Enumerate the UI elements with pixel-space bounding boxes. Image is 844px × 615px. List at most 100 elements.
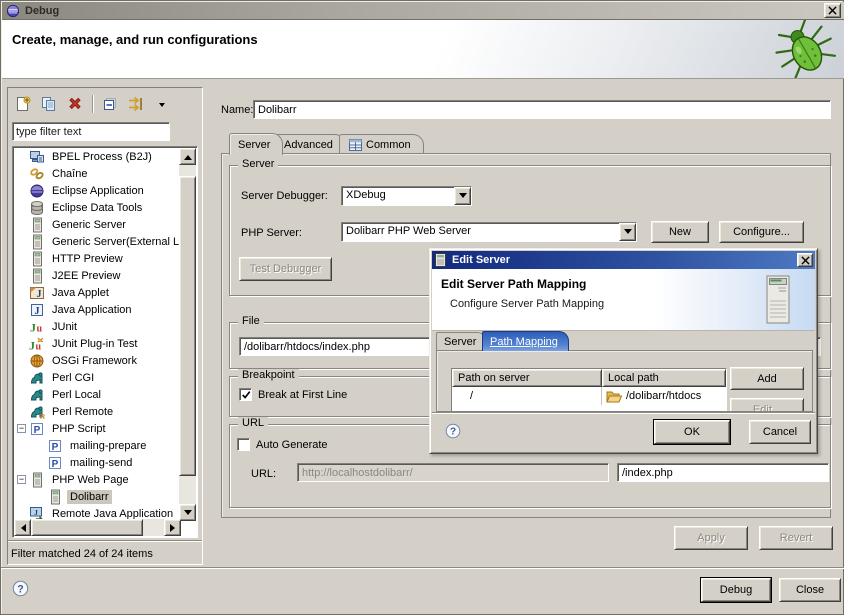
tree-item-osgi-framework[interactable]: OSGi Framework [14, 352, 181, 369]
apply-button[interactable]: Apply [674, 526, 748, 550]
window-close-button[interactable] [824, 3, 841, 18]
database-icon [29, 200, 45, 216]
tree-item-generic-server-external-la[interactable]: Generic Server(External La [14, 233, 181, 250]
duplicate-icon [41, 96, 57, 112]
add-mapping-button[interactable]: Add [730, 367, 804, 390]
tree-expander-icon[interactable]: − [17, 424, 26, 433]
tab-advanced[interactable]: Advanced [275, 134, 346, 154]
tree-item-eclipse-data-tools[interactable]: Eclipse Data Tools [14, 199, 181, 216]
new-server-button[interactable]: New [651, 221, 709, 243]
horizontal-scroll-thumb[interactable] [31, 519, 143, 536]
collapse-all-button[interactable] [99, 93, 121, 115]
ok-button[interactable]: OK [654, 420, 730, 444]
dialog-button-bar: ? OK Cancel [432, 412, 815, 451]
debug-button[interactable]: Debug [701, 578, 771, 602]
tree-item-http-preview[interactable]: HTTP Preview [14, 250, 181, 267]
dialog-title: Edit Server [452, 254, 510, 266]
server-debugger-combo[interactable]: XDebug [341, 186, 472, 206]
break-first-line-checkbox[interactable] [239, 388, 252, 401]
tree-item-label: Eclipse Application [49, 184, 147, 198]
revert-button[interactable]: Revert [759, 526, 833, 550]
name-label: Name: [221, 104, 253, 116]
tree-vertical-scrollbar[interactable] [179, 148, 196, 521]
svg-text:u: u [36, 341, 42, 352]
tree-item-java-applet[interactable]: J Java Applet [14, 284, 181, 301]
arrow-down-icon [184, 510, 192, 519]
tree-item-perl-cgi[interactable]: Perl CGI [14, 369, 181, 386]
svg-text:R: R [40, 414, 45, 420]
svg-text:J: J [30, 320, 36, 334]
menu-dropdown-button[interactable] [151, 93, 173, 115]
tree-item-j2ee-preview[interactable]: J2EE Preview [14, 267, 181, 284]
php-server-combo[interactable]: Dolibarr PHP Web Server [341, 222, 637, 242]
scroll-up-button[interactable] [179, 148, 196, 165]
test-debugger-button[interactable]: Test Debugger [239, 257, 332, 281]
tree-item-label: OSGi Framework [49, 354, 140, 368]
tree-item-dolibarr[interactable]: Dolibarr [14, 488, 181, 505]
footer-separator [1, 567, 844, 569]
perl-camel-remote-icon: R [29, 404, 45, 420]
tree-item-php-web-page[interactable]: −PHP Web Page [14, 471, 181, 488]
tree-item-label: Java Applet [49, 286, 112, 300]
dialog-subheading: Configure Server Path Mapping [450, 298, 604, 310]
tree-item-perl-local[interactable]: Perl Local [14, 386, 181, 403]
dialog-close-button[interactable] [797, 253, 813, 267]
tree-item-label: PHP Script [49, 422, 109, 436]
scroll-left-button[interactable] [14, 519, 31, 536]
bpel-process-icon [29, 149, 45, 165]
dialog-titlebar[interactable]: Edit Server [432, 251, 815, 269]
help-icon: ? [445, 423, 461, 439]
dialog-tab-server[interactable]: Server [436, 332, 487, 351]
edit-mapping-button[interactable]: Edit... [730, 398, 804, 412]
tree-item-junit[interactable]: JuJUnit [14, 318, 181, 335]
configurations-toolbar [12, 92, 173, 116]
eclipse-application-icon [29, 183, 45, 199]
combo-dropdown-button[interactable] [619, 223, 636, 241]
dialog-tab-path-mapping[interactable]: Path Mapping [482, 331, 569, 351]
tree-item-java-application[interactable]: JJava Application [14, 301, 181, 318]
scroll-down-button[interactable] [179, 504, 196, 521]
tree-item-mailing-prepare[interactable]: Pmailing-prepare [14, 437, 181, 454]
delete-button[interactable] [64, 93, 86, 115]
url-label: URL: [251, 468, 276, 480]
server-tower-icon [761, 275, 795, 328]
window-titlebar[interactable]: Debug [2, 2, 844, 20]
scroll-right-button[interactable] [164, 519, 181, 536]
filter-input[interactable] [12, 122, 170, 141]
vertical-scroll-thumb[interactable] [179, 176, 196, 476]
url-path-input[interactable] [617, 463, 829, 482]
arrow-up-icon [184, 151, 192, 160]
tree-item-php-script[interactable]: −PPHP Script [14, 420, 181, 437]
tree-item-junit-plug-in-test[interactable]: JuJUnit Plug-in Test [14, 335, 181, 352]
tab-server[interactable]: Server [229, 133, 283, 155]
tree-item-generic-server[interactable]: Generic Server [14, 216, 181, 233]
column-header-path-on-server[interactable]: Path on server [452, 369, 602, 387]
help-button[interactable]: ? [11, 580, 29, 598]
tree-item-cha-ne[interactable]: Chaîne [14, 165, 181, 182]
local-path-cell: /dolibarr/htdocs [602, 387, 726, 405]
auto-generate-checkbox[interactable] [237, 438, 250, 451]
tree-item-mailing-send[interactable]: Pmailing-send [14, 454, 181, 471]
tree-expander-icon[interactable]: − [17, 475, 26, 484]
tab-common[interactable]: Common [339, 134, 424, 154]
tree-horizontal-scrollbar[interactable] [14, 519, 181, 536]
banner-heading: Create, manage, and run configurations [12, 32, 258, 47]
filter-button[interactable] [125, 93, 147, 115]
cancel-button[interactable]: Cancel [749, 420, 811, 444]
tree-item-perl-remote[interactable]: RPerl Remote [14, 403, 181, 420]
column-header-local-path[interactable]: Local path [602, 369, 726, 387]
close-button[interactable]: Close [779, 578, 841, 602]
duplicate-button[interactable] [38, 93, 60, 115]
tree-item-eclipse-application[interactable]: Eclipse Application [14, 182, 181, 199]
table-row[interactable]: / /dolibarr/htdocs [452, 387, 726, 405]
server-icon [29, 217, 45, 233]
new-configuration-button[interactable] [12, 93, 34, 115]
name-input[interactable] [253, 100, 831, 119]
configure-server-button[interactable]: Configure... [719, 221, 804, 243]
server-icon [47, 489, 63, 505]
combo-dropdown-button[interactable] [454, 187, 471, 205]
arrow-left-icon [17, 524, 26, 532]
svg-text:J: J [37, 289, 42, 300]
dialog-help-button[interactable]: ? [444, 423, 462, 441]
tree-item-bpel-process-b2j[interactable]: BPEL Process (B2J) [14, 148, 181, 165]
